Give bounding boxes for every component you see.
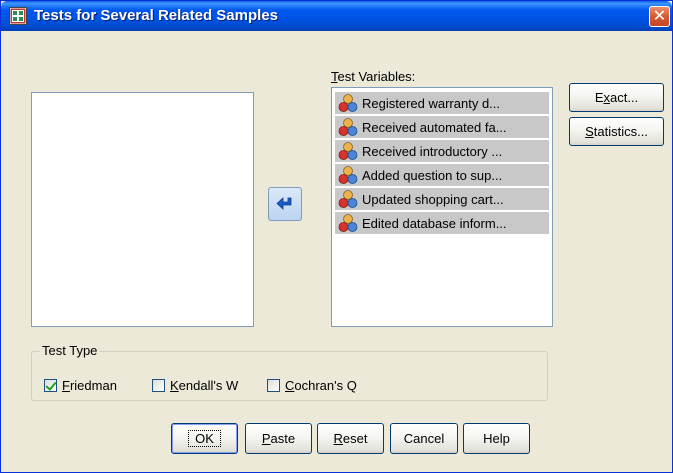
kendalls-w-checkbox[interactable]: Kendall's W (152, 378, 238, 393)
scale-variable-icon (338, 94, 358, 112)
test-variables-list[interactable]: Registered warranty d... Received automa… (331, 87, 553, 327)
checkbox-icon (267, 379, 280, 392)
list-item[interactable]: Received introductory ... (335, 140, 549, 162)
list-item[interactable]: Updated shopping cart... (335, 188, 549, 210)
list-item[interactable]: Added question to sup... (335, 164, 549, 186)
scale-variable-icon (338, 118, 358, 136)
paste-button[interactable]: Paste (245, 423, 312, 454)
dialog-window: Tests for Several Related Samples ✕ Test… (0, 0, 673, 473)
dialog-app-icon (9, 7, 27, 25)
test-type-group: Test Type (31, 343, 548, 401)
title-bar[interactable]: Tests for Several Related Samples ✕ (1, 1, 672, 31)
window-title: Tests for Several Related Samples (34, 7, 278, 24)
scale-variable-icon (338, 142, 358, 160)
list-item[interactable]: Registered warranty d... (335, 92, 549, 114)
reset-button[interactable]: Reset (317, 423, 384, 454)
friedman-checkbox[interactable]: Friedman (44, 378, 117, 393)
cancel-button[interactable]: Cancel (390, 423, 458, 454)
test-variables-label: Test Variables: (331, 69, 416, 84)
arrow-left-icon (276, 197, 292, 210)
checkbox-checked-icon (44, 379, 57, 392)
cochrans-q-checkbox[interactable]: Cochran's Q (267, 378, 357, 393)
scale-variable-icon (338, 214, 358, 232)
move-variable-button[interactable] (268, 187, 302, 221)
source-variable-list[interactable] (31, 92, 254, 327)
close-icon: ✕ (652, 6, 667, 25)
close-button[interactable]: ✕ (649, 6, 670, 27)
scale-variable-icon (338, 166, 358, 184)
ok-button[interactable]: OK (171, 423, 238, 454)
list-item[interactable]: Received automated fa... (335, 116, 549, 138)
exact-button[interactable]: Ex act... (569, 83, 664, 112)
scale-variable-icon (338, 190, 358, 208)
dialog-body: Test Variables: Registered warranty d...… (4, 31, 669, 471)
statistics-button[interactable]: Statistics... (569, 117, 664, 146)
list-item[interactable]: Edited database inform... (335, 212, 549, 234)
help-button[interactable]: Help (463, 423, 530, 454)
test-type-legend: Test Type (40, 343, 100, 358)
checkbox-icon (152, 379, 165, 392)
